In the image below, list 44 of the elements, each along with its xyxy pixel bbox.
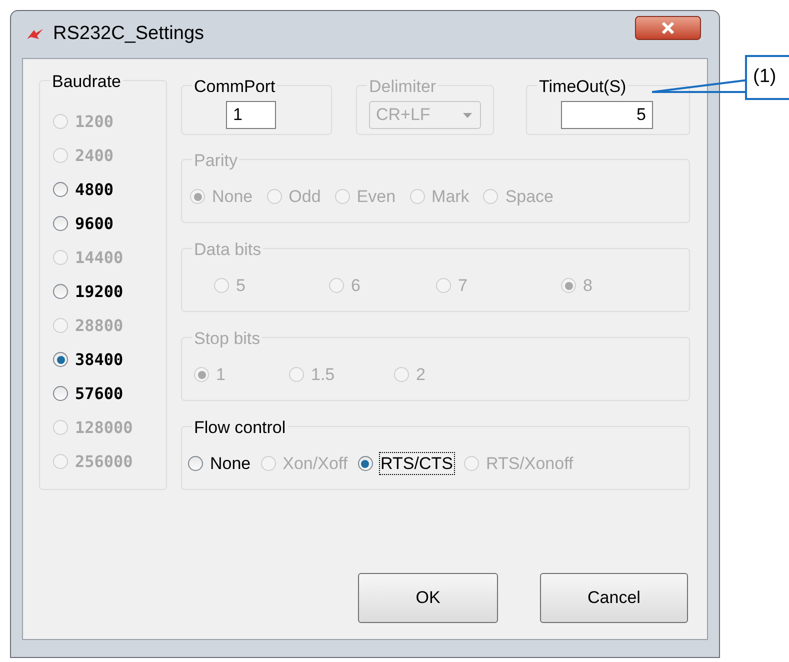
radio-label: Odd <box>288 186 321 207</box>
radio-label: 7 <box>458 275 468 296</box>
radio-label: Xon/Xoff <box>282 453 348 474</box>
app-logo-icon <box>25 28 45 42</box>
radio-button[interactable] <box>53 182 68 197</box>
radio-label: None <box>210 453 251 474</box>
close-button[interactable] <box>635 16 701 40</box>
radio-label: Mark <box>432 186 470 207</box>
radio-label: 2400 <box>75 145 114 166</box>
radio-label: 2 <box>416 364 426 385</box>
radio-label: 28800 <box>75 315 124 336</box>
radio-label: 5 <box>236 275 246 296</box>
radio-label: 8 <box>583 275 592 296</box>
radio-label: 57600 <box>75 383 124 404</box>
callout-label: (1) <box>745 55 789 100</box>
radio-label: 128000 <box>75 417 133 438</box>
radio-label: Space <box>505 186 554 207</box>
close-icon <box>661 22 675 34</box>
cancel-button[interactable]: Cancel <box>540 573 688 623</box>
radio-label: 256000 <box>75 451 133 472</box>
radio-label: 14400 <box>75 247 124 268</box>
radio-label: RTS/Xonoff <box>486 453 574 474</box>
radio-button[interactable] <box>358 456 373 471</box>
radio-label: None <box>212 186 253 207</box>
radio-label: 1.5 <box>311 364 335 385</box>
radio-label: RTS/CTS <box>380 453 454 474</box>
radio-label: 9600 <box>75 213 114 234</box>
timeout-field[interactable]: 5 <box>561 101 653 129</box>
radio-label: 1 <box>216 364 226 385</box>
radio-label: 4800 <box>75 179 114 200</box>
radio-button[interactable] <box>188 456 203 471</box>
radio-label: 19200 <box>75 281 124 302</box>
ok-button[interactable]: OK <box>358 573 498 623</box>
radio-button[interactable] <box>53 352 68 367</box>
radio-label: Even <box>356 186 396 207</box>
radio-label: 38400 <box>75 349 124 370</box>
commport-field[interactable]: 1 <box>226 101 276 129</box>
radio-button[interactable] <box>53 284 68 299</box>
radio-label: 6 <box>351 275 360 296</box>
window-title: RS232C_Settings <box>53 22 204 46</box>
dropdown-arrow-icon <box>463 112 472 118</box>
radio-button[interactable] <box>53 216 68 231</box>
radio-button[interactable] <box>53 386 68 401</box>
radio-label: 1200 <box>75 111 114 132</box>
